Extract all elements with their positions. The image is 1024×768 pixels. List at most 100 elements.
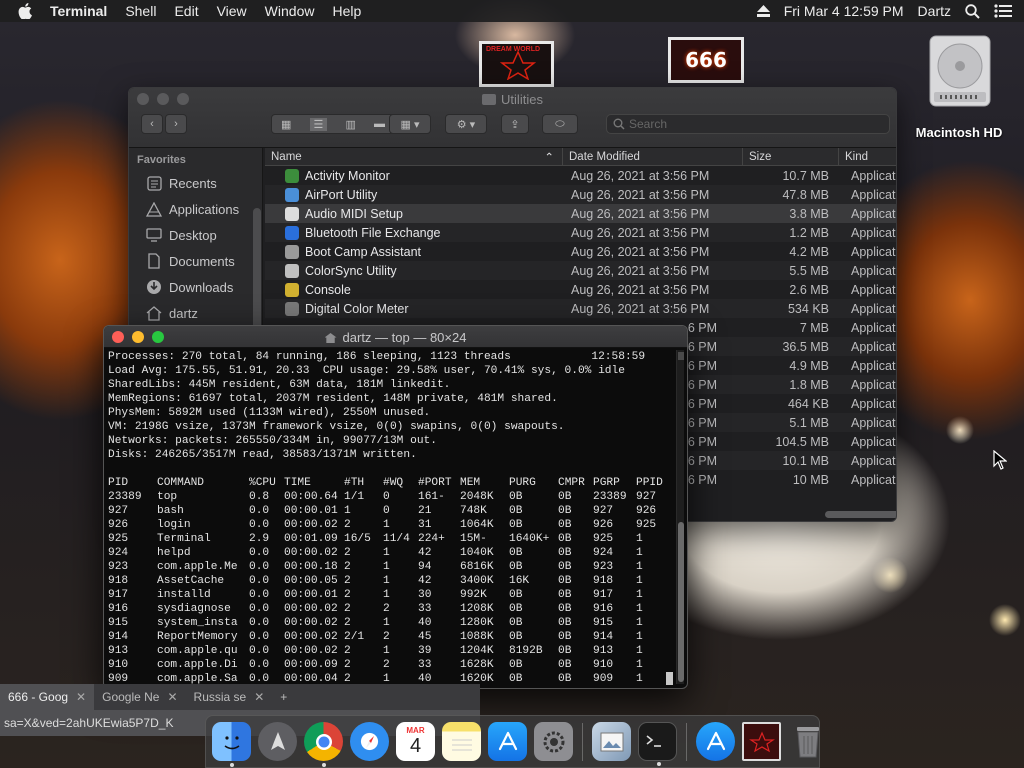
gallery-view-icon[interactable]: ▬ [374,118,385,130]
notification-center-icon[interactable] [994,4,1012,18]
finder-search-input[interactable]: Search [606,114,890,134]
file-list-row[interactable]: Boot Camp Assistant Aug 26, 2021 at 3:56 … [265,242,896,261]
back-button[interactable]: ‹ [141,114,163,134]
dock-image-stack-icon[interactable] [742,722,781,761]
process-cell: 00:00.02 [284,603,338,615]
terminal-output[interactable]: Processes: 270 total, 84 running, 186 sl… [108,350,673,686]
terminal-scroll-thumb[interactable] [678,522,684,682]
process-cell: 925 [636,519,657,531]
eject-icon[interactable] [756,5,770,17]
desktop-image-thumbnail[interactable]: DREAM WORLD [479,41,554,87]
terminal-line: Processes: 270 total, 84 running, 186 sl… [108,351,646,363]
sidebar-item-applications[interactable]: Applications [129,196,262,222]
dock-notes-icon[interactable] [442,722,481,761]
column-header-date[interactable]: Date Modified [563,148,743,165]
close-tab-icon[interactable]: ✕ [76,690,86,704]
file-name: Bluetooth File Exchange [305,225,441,240]
menu-app-name[interactable]: Terminal [50,3,107,19]
terminal-window: dartz — top — 80×24 Processes: 270 total… [103,325,688,689]
list-view-icon[interactable]: ☰ [309,117,328,131]
share-button[interactable]: ⇪ [501,114,529,134]
file-name-cell: Boot Camp Assistant [265,244,563,259]
close-tab-icon[interactable]: ✕ [254,690,264,704]
sidebar-item-desktop[interactable]: Desktop [129,222,262,248]
menu-view[interactable]: View [217,3,247,19]
menu-help[interactable]: Help [332,3,361,19]
icon-view-icon[interactable]: ▦ [281,118,291,131]
process-cell: com.apple.Me [157,561,238,573]
action-gear-button[interactable]: ⚙ ▾ [445,114,487,134]
process-cell: 0.0 [249,617,270,629]
browser-tab-1[interactable]: 666 - Goog ✕ [0,684,95,710]
group-by-button[interactable]: ▦ ▾ [389,114,431,134]
column-view-icon[interactable]: ▥ [345,118,355,131]
terminal-scrollbar[interactable] [676,350,684,684]
file-kind-cell: Applicat [851,187,896,202]
process-cell: 1 [636,589,643,601]
process-cell: 924 [593,547,614,559]
dock-calendar-icon[interactable]: MAR 4 [396,722,435,761]
dock-preview-icon[interactable] [592,722,631,761]
spotlight-search-icon[interactable] [965,3,980,19]
dock-chrome-icon[interactable] [304,722,343,767]
dock-terminal-icon[interactable] [638,722,677,766]
dock-finder-icon[interactable] [212,722,251,767]
dock-safari-icon[interactable] [350,722,389,761]
close-tab-icon[interactable]: ✕ [167,690,177,704]
process-column-header: PID [108,477,129,489]
dock-launchpad-icon[interactable] [258,722,297,761]
process-column-header: COMMAND [157,477,204,489]
column-header-name[interactable]: Name ⌃ [265,148,563,165]
dock-system-preferences-icon[interactable] [534,722,573,761]
terminal-line: VM: 2198G vsize, 1373M framework vsize, … [108,421,565,433]
menu-edit[interactable]: Edit [174,3,198,19]
tags-button[interactable]: ⬭ [542,114,578,134]
forward-button[interactable]: › [165,114,187,134]
sidebar-item-documents[interactable]: Documents [129,248,262,274]
terminal-titlebar[interactable]: dartz — top — 80×24 [104,326,687,348]
dock-app-store-icon[interactable] [488,722,527,761]
file-list-row[interactable]: AirPort Utility Aug 26, 2021 at 3:56 PM 47… [265,185,896,204]
file-list-row[interactable]: Activity Monitor Aug 26, 2021 at 3:56 PM 1… [265,166,896,185]
column-header-kind[interactable]: Kind [839,148,896,165]
menu-user[interactable]: Dartz [918,3,951,19]
process-cell: 1 [383,519,390,531]
browser-tab-3[interactable]: Russia se ✕ [186,684,273,710]
dock-trash-icon[interactable] [788,722,827,761]
hard-drive-label[interactable]: Macintosh HD [906,125,1012,140]
menu-shell[interactable]: Shell [125,3,156,19]
sidebar-item-dartz[interactable]: dartz [129,300,262,326]
apple-menu-icon[interactable] [18,3,32,19]
file-list-row[interactable]: Console Aug 26, 2021 at 3:56 PM 2.6 MB Appl… [265,280,896,299]
process-row: 914 ReportMemory 0.0 00:00.02 2/1 2 45 1088K 0B 0… [108,630,673,644]
desktop-666-thumbnail[interactable]: 666 [668,37,744,83]
process-cell: 925 [593,533,614,545]
menu-clock[interactable]: Fri Mar 4 12:59 PM [784,3,904,19]
file-list-row[interactable]: Bluetooth File Exchange Aug 26, 2021 at 3… [265,223,896,242]
sidebar-item-recents[interactable]: Recents [129,170,262,196]
process-cell: 2 [383,631,390,643]
process-cell: system_insta [157,617,238,629]
new-tab-button[interactable]: + [272,684,295,710]
file-kind-cell: Applicat [851,301,896,316]
file-list-row[interactable]: Audio MIDI Setup Aug 26, 2021 at 3:56 PM 3… [265,204,896,223]
column-header-size[interactable]: Size [743,148,839,165]
browser-window: 666 - Goog ✕ Google Ne ✕ Russia se ✕ + sa=X… [0,684,480,768]
file-list-row[interactable]: ColorSync Utility Aug 26, 2021 at 3:56 PM… [265,261,896,280]
finder-titlebar[interactable]: Utilities ‹ › ▦ ☰ ▥ ▬ ▦ ▾ ⚙ ▾ ⇪ ⬭ Search [129,88,896,148]
dock-downloads-stack-icon[interactable] [696,722,735,761]
home-icon [145,305,163,321]
sidebar-item-downloads[interactable]: Downloads [129,274,262,300]
process-cell: 1 [383,575,390,587]
menu-window[interactable]: Window [265,3,315,19]
process-cell: com.apple.Di [157,659,238,671]
file-list-row[interactable]: Digital Color Meter Aug 26, 2021 at 3:56 … [265,299,896,318]
process-cell: 224+ [418,533,445,545]
process-cell: 0.0 [249,603,270,615]
running-indicator [230,763,234,767]
file-list-horizontal-scrollbar[interactable] [825,511,896,518]
file-kind-cell: Applicat [851,320,896,335]
hard-drive-icon[interactable] [924,34,996,110]
browser-tab-2[interactable]: Google Ne ✕ [94,684,185,710]
process-cell: 1 [383,645,390,657]
